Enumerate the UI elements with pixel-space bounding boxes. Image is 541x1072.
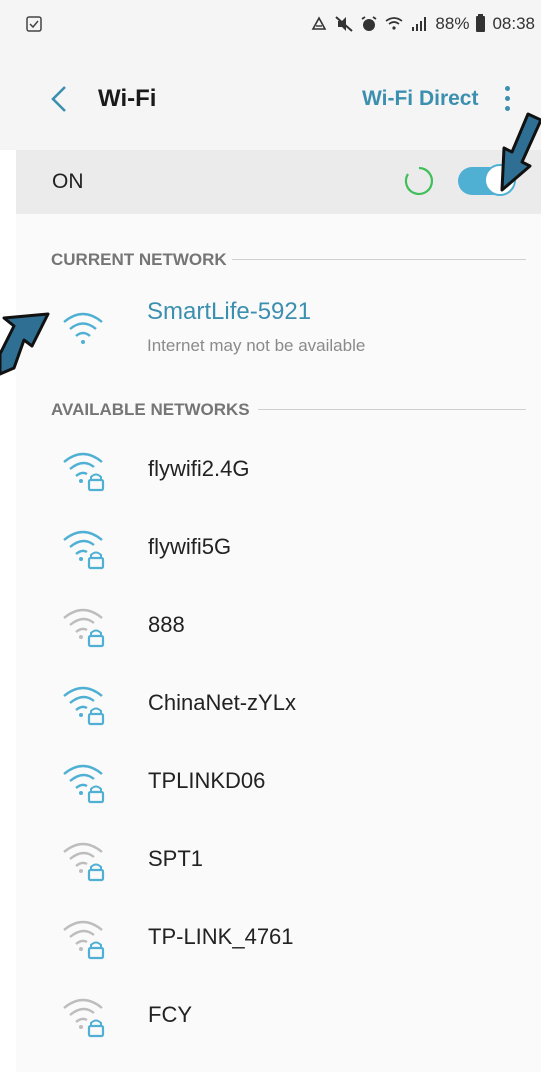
more-dot-icon: [504, 105, 510, 111]
status-icons: 88% 08:38: [310, 14, 535, 34]
alarm-icon: [361, 16, 377, 31]
pointer-arrow-icon: [500, 112, 541, 192]
network-name: ChinaNet-zYLx: [148, 690, 296, 715]
pointer-arrow-icon: [0, 312, 50, 376]
network-name: TPLINKD06: [148, 768, 266, 793]
network-row[interactable]: SPT1: [16, 822, 541, 900]
more-dot-icon: [504, 95, 510, 101]
section-divider: [232, 259, 526, 260]
network-name: TP-LINK_4761: [148, 924, 294, 949]
signal-icon: [412, 17, 427, 31]
network-row[interactable]: TPLINKD06: [16, 744, 541, 822]
battery-percent: 88%: [435, 14, 470, 33]
network-row[interactable]: ChinaNet-zYLx: [16, 666, 541, 744]
back-button[interactable]: [40, 80, 78, 118]
wifi-status-icon: [385, 17, 403, 30]
network-row[interactable]: TP-LINK_4761: [16, 900, 541, 978]
mute-icon: [335, 16, 354, 32]
page-title: Wi-Fi: [98, 85, 157, 112]
clock: 08:38: [492, 14, 535, 33]
current-network-status: Internet may not be available: [147, 336, 366, 355]
current-network-name: SmartLife-5921: [147, 298, 312, 325]
status-bar: 88% 08:38: [0, 0, 541, 48]
chevron-left-icon: [51, 86, 66, 112]
wifi-lock-icon: [63, 686, 105, 726]
wifi-lock-icon: [63, 452, 105, 492]
network-name: 888: [148, 612, 185, 637]
wifi-signal-icon: [63, 312, 103, 344]
wifi-toggle-row[interactable]: ON: [16, 150, 541, 214]
battery-icon: [476, 14, 486, 32]
network-row[interactable]: flywifi5G: [16, 510, 541, 588]
wifi-lock-icon: [63, 998, 105, 1038]
current-network-header: CURRENT NETWORK: [51, 250, 227, 269]
network-row[interactable]: flywifi2.4G: [16, 432, 541, 510]
wifi-lock-icon: [63, 530, 105, 570]
network-name: flywifi5G: [148, 534, 232, 559]
wifi-direct-button[interactable]: Wi-Fi Direct: [362, 87, 478, 111]
wifi-lock-icon: [63, 764, 105, 804]
checkbox-notification-icon: [26, 16, 42, 32]
network-row[interactable]: FCY: [16, 978, 541, 1056]
section-divider: [258, 409, 526, 410]
wifi-lock-icon: [63, 842, 105, 882]
available-networks-header: AVAILABLE NETWORKS: [51, 400, 250, 419]
network-name: FCY: [148, 1002, 192, 1027]
wifi-toggle-label: ON: [52, 170, 84, 193]
network-row[interactable]: 888: [16, 588, 541, 666]
loading-spinner-icon: [404, 166, 434, 196]
network-name: flywifi2.4G: [148, 456, 250, 481]
recycle-icon: [312, 16, 327, 30]
more-dot-icon: [504, 85, 510, 91]
app-bar: Wi-Fi Wi-Fi Direct: [0, 48, 541, 150]
wifi-lock-icon: [63, 920, 105, 960]
network-name: SPT1: [148, 846, 204, 871]
wifi-lock-icon: [63, 608, 105, 648]
